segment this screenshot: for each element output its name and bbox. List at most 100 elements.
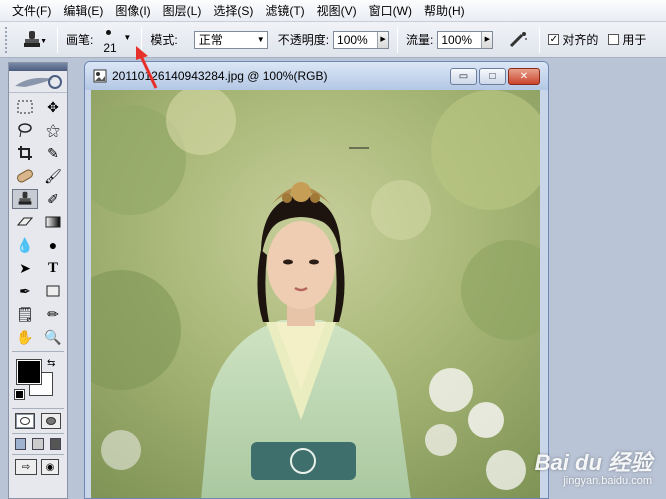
options-bar: ▼ 画笔: 21 ▼ 模式: 正常 ▼ 不透明度: 100% ▶ 流量: 100… [0,22,666,58]
sample-all-checkbox[interactable] [608,34,620,45]
menu-image[interactable]: 图像(I) [109,1,156,21]
clone-stamp-icon [24,30,40,47]
brush-tip-preview [106,29,112,35]
dodge-tool[interactable]: ● [40,235,66,255]
opacity-value: 100% [337,32,368,47]
close-icon: ✕ [519,71,529,82]
maximize-icon: □ [489,71,496,82]
hand-tool[interactable]: ✋ [12,327,38,347]
minimize-icon: ▭ [458,71,469,82]
swap-colors-icon[interactable]: ⇆ [47,358,55,369]
maximize-button[interactable]: □ [479,68,506,85]
brush-size: 21 [103,40,117,55]
baidu-jingyan-logo: Bai du 经验 [534,450,652,475]
tool-preset-picker[interactable]: ▼ [15,27,49,53]
aligned-checkbox[interactable]: ✓ [548,34,560,45]
standard-mode-button[interactable] [15,413,35,429]
menu-help[interactable]: 帮助(H) [418,1,471,21]
quick-mask-icon [46,417,56,425]
screen-mode-row [9,438,67,450]
color-swatches: ⇆ [9,356,67,404]
shape-tool[interactable] [40,281,66,301]
history-brush-icon: ✐ [47,191,59,207]
image-canvas[interactable] [91,90,540,498]
divider [12,408,64,409]
minimize-button[interactable]: ▭ [450,68,477,85]
menu-view[interactable]: 视图(V) [311,1,363,21]
chevron-down-icon: ▼ [40,37,47,45]
default-colors-icon[interactable] [14,389,25,400]
slice-tool[interactable]: ✎ [40,143,66,163]
eyedropper-tool[interactable]: ✏ [40,304,66,324]
menu-layer[interactable]: 图层(L) [157,1,208,21]
healing-brush-tool[interactable] [12,166,38,186]
flow-slider-toggle[interactable]: ▶ [481,31,493,48]
quick-mask-mode-button[interactable] [41,413,61,429]
foreground-color[interactable] [16,359,42,385]
menu-window[interactable]: 窗口(W) [363,1,418,21]
clone-stamp-tool[interactable] [12,189,38,209]
zoom-tool[interactable]: 🔍 [40,327,66,347]
magic-wand-icon: ⚝ [46,122,60,138]
blur-tool[interactable]: 💧 [12,235,38,255]
brush-picker[interactable]: 21 ▼ [97,25,133,55]
history-brush-tool[interactable]: ✐ [40,189,66,209]
sample-all-label: 用于 [622,33,647,47]
toolbox: ✥ ⚝ ✎ 🖌 ✐ 💧 ● ➤ T ✒ 🗒 ✏ ✋ 🔍 ⇆ ⇨ ◉ [8,62,68,499]
gradient-tool[interactable] [40,212,66,232]
pen-icon: ✒ [19,283,31,299]
type-tool[interactable]: T [40,258,66,278]
divider [12,454,64,455]
edit-mode-row [9,413,67,429]
standard-screen-button[interactable] [15,438,27,450]
type-icon: T [47,259,58,276]
opacity-slider-toggle[interactable]: ▶ [377,31,389,48]
crop-tool[interactable] [12,143,38,163]
feather-logo[interactable] [9,71,67,93]
menu-edit[interactable]: 编辑(E) [57,1,109,21]
sample-all-option[interactable]: 用于 [608,31,646,48]
eraser-tool[interactable] [12,212,38,232]
menu-select[interactable]: 选择(S) [207,1,259,21]
water-drop-icon: 💧 [16,237,34,253]
mode-value: 正常 [198,33,223,47]
standard-mode-icon [20,417,30,425]
feather-icon [15,74,62,89]
imageready-icon: ◉ [45,461,55,473]
full-screen-button[interactable] [49,438,61,450]
brush-tool[interactable]: 🖌 [40,166,66,186]
magnifier-icon: 🔍 [44,329,62,345]
jump-icon: ⇨ [21,461,31,473]
baidu-watermark: Bai du 经验 jingyan.baidu.com [535,445,652,487]
note-icon: 🗒 [16,306,34,322]
close-button[interactable]: ✕ [508,68,540,85]
clone-stamp-icon [18,191,32,205]
flow-label: 流量: [406,33,434,47]
options-bar-grip[interactable] [5,26,9,53]
menu-file[interactable]: 文件(F) [6,1,57,21]
flow-field[interactable]: 100% ▶ [437,30,494,49]
photo-woman-hanfu [91,90,540,498]
imageready-button[interactable]: ◉ [41,459,59,475]
aligned-option[interactable]: ✓ 对齐的 [548,31,598,48]
menu-filter[interactable]: 滤镜(T) [259,1,310,21]
notes-tool[interactable]: 🗒 [12,304,38,324]
mode-select[interactable]: 正常 ▼ [193,30,268,49]
jump-to-imageready-button[interactable]: ⇨ [15,459,37,475]
aligned-label: 对齐的 [562,33,599,47]
arrow-cursor-icon: ➤ [19,260,31,276]
flow-value: 100% [441,32,473,47]
airbrush-button[interactable] [505,31,531,49]
opacity-field[interactable]: 100% ▶ [333,30,390,49]
toolbox-titlebar[interactable] [9,63,67,71]
eyedropper-icon: ✏ [47,306,59,322]
pen-tool[interactable]: ✒ [12,281,38,301]
move-tool[interactable]: ✥ [40,97,66,117]
marquee-tool[interactable] [12,97,38,117]
move-icon: ✥ [47,99,59,115]
magic-wand-tool[interactable]: ⚝ [40,120,66,140]
separator [539,26,541,53]
full-screen-menu-button[interactable] [32,438,44,450]
lasso-tool[interactable] [12,120,38,140]
path-selection-tool[interactable]: ➤ [12,258,38,278]
